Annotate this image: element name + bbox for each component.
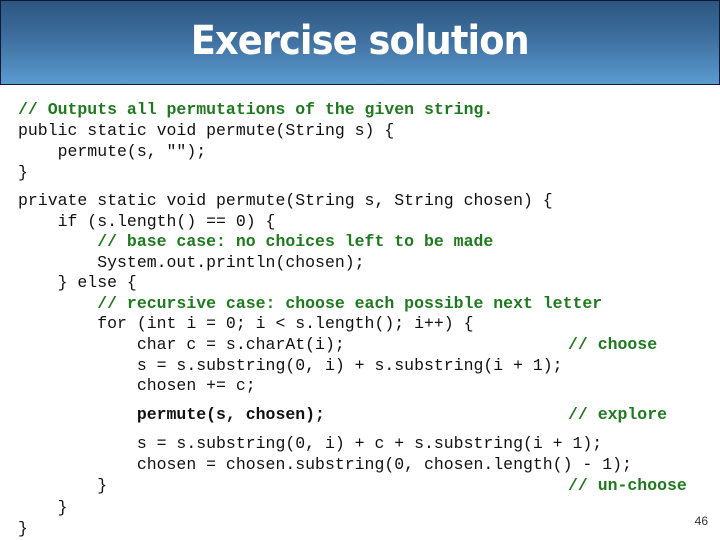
code-line: System.out.println(chosen); [18,253,365,272]
code-line: for (int i = 0; i < s.length(); i++) { [18,314,474,333]
code-line: s = s.substring(0, i) + c + s.substring(… [18,434,603,453]
code-line: } [18,498,68,517]
code-comment-choose: // choose [568,335,658,354]
code-comment-explore: // explore [568,405,668,424]
code-line-recursive-call: permute(s, chosen); [18,405,325,424]
code-line: } else { [18,273,137,292]
code-line: } [18,476,108,495]
code-line: chosen += c; [18,376,256,395]
code-line: } [18,163,28,182]
slide-title: Exercise solution [190,17,530,64]
code-line: permute(s, ""); [18,142,207,161]
code-comment: // recursive case: choose each possible … [18,294,603,313]
code-comment-unchoose: // un-choose [568,476,687,495]
code-line: chosen = chosen.substring(0, chosen.leng… [18,455,632,474]
slide-header: Exercise solution [0,0,720,85]
code-line: private static void permute(String s, St… [18,191,553,210]
code-line: if (s.length() == 0) { [18,212,276,231]
page-number: 46 [694,514,708,528]
code-line: char c = s.charAt(i); [18,335,345,354]
code-comment: // Outputs all permutations of the given… [18,100,494,119]
code-line: public static void permute(String s) { [18,121,395,140]
code-comment: // base case: no choices left to be made [18,232,494,251]
code-line: s = s.substring(0, i) + s.substring(i + … [18,356,563,375]
code-line: } [18,519,28,538]
